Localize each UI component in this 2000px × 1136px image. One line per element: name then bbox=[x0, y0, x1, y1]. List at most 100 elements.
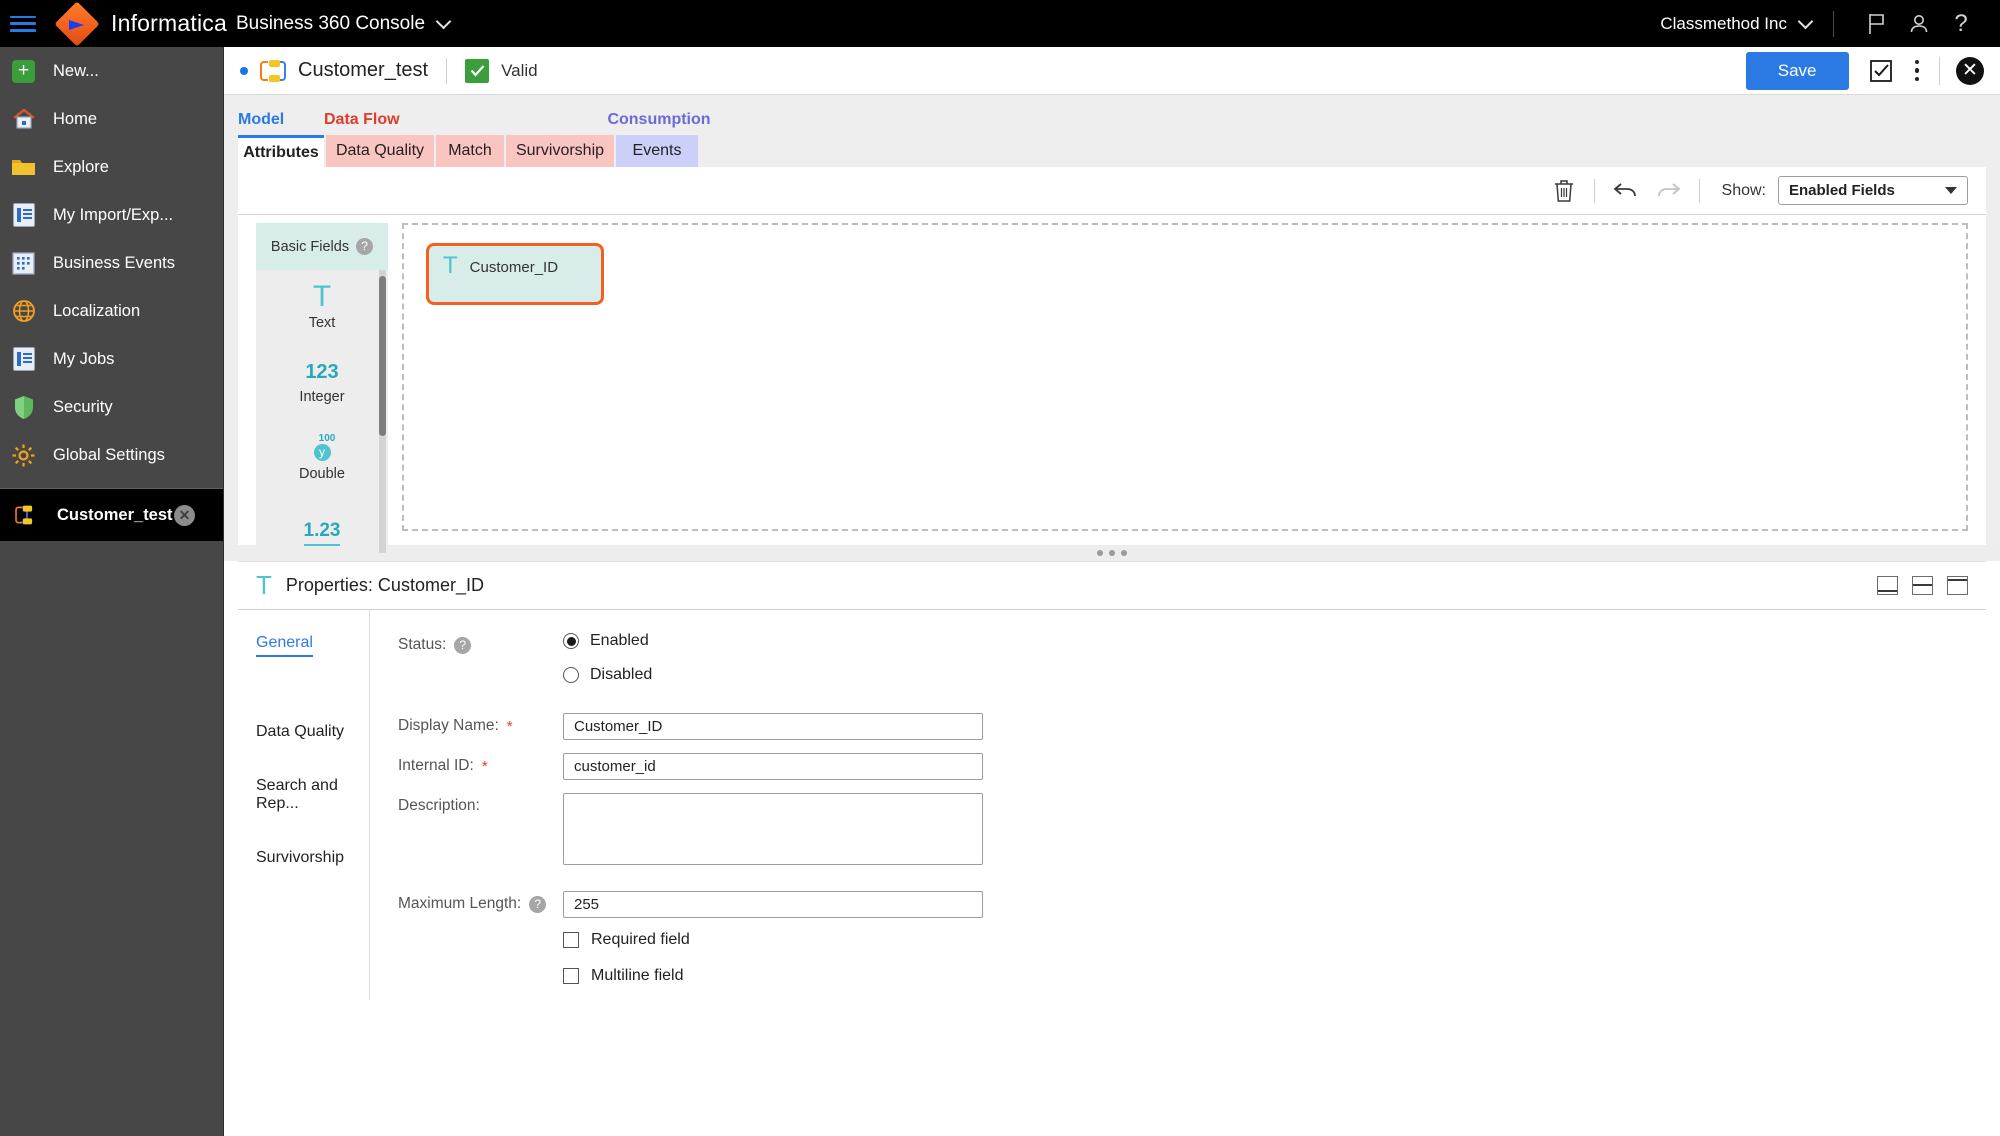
checkbox-indicator bbox=[563, 932, 579, 948]
display-name-label: Display Name: * bbox=[398, 717, 513, 735]
show-filter-label: Show: bbox=[1721, 181, 1766, 199]
grid-icon bbox=[10, 250, 37, 277]
model-icon bbox=[260, 59, 286, 82]
panel-bottom-icon[interactable] bbox=[1877, 576, 1898, 595]
sidebar-item-my-import-export[interactable]: My Import/Exp... bbox=[0, 191, 223, 239]
display-name-input[interactable] bbox=[563, 713, 983, 740]
show-filter-value: Enabled Fields bbox=[1789, 182, 1895, 199]
divider bbox=[446, 57, 448, 84]
model-editor: Show: Enabled Fields Basic Fields ? T Te… bbox=[224, 167, 2000, 553]
tab-row: Attributes Data Quality Match Survivorsh… bbox=[224, 135, 2000, 167]
sidebar-item-localization[interactable]: Localization bbox=[0, 287, 223, 335]
help-circle-icon[interactable]: ? bbox=[454, 636, 472, 654]
tab-events[interactable]: Events bbox=[616, 135, 698, 167]
sidebar-item-global-settings[interactable]: Global Settings bbox=[0, 431, 223, 479]
plus-icon: + bbox=[10, 58, 37, 85]
properties-body: General Data Quality Search and Rep... S… bbox=[238, 610, 1986, 1040]
panel-split-icon[interactable] bbox=[1912, 576, 1933, 595]
palette-item-integer[interactable]: 123 Integer bbox=[256, 345, 388, 420]
field-palette: Basic Fields ? T Text 123 Integer 100 y … bbox=[256, 223, 388, 553]
sidebar-item-new[interactable]: + New... bbox=[0, 47, 223, 95]
palette-header: Basic Fields ? bbox=[256, 223, 388, 270]
max-length-row: Maximum Length: ? bbox=[398, 891, 1986, 918]
top-bar: Informatica Business 360 Console Classme… bbox=[0, 0, 2000, 47]
integer-field-icon: 123 bbox=[305, 360, 339, 383]
palette-scrollbar-thumb[interactable] bbox=[379, 276, 386, 436]
chevron-down-icon[interactable] bbox=[435, 13, 452, 29]
product-name: Business 360 Console bbox=[235, 12, 426, 34]
sidebar-item-my-jobs[interactable]: My Jobs bbox=[0, 335, 223, 383]
sidebar-item-business-events[interactable]: Business Events bbox=[0, 239, 223, 287]
panel-top-icon[interactable] bbox=[1947, 576, 1968, 595]
org-name[interactable]: Classmethod Inc bbox=[1660, 14, 1787, 34]
tab-attributes[interactable]: Attributes bbox=[238, 135, 324, 167]
sidebar-item-label: Global Settings bbox=[53, 445, 165, 464]
properties-nav: General Data Quality Search and Rep... S… bbox=[238, 610, 370, 1000]
close-circle-icon[interactable]: ✕ bbox=[1956, 56, 1984, 85]
radio-label: Enabled bbox=[590, 632, 649, 649]
help-circle-icon[interactable]: ? bbox=[356, 238, 374, 255]
drag-handle-dots-icon[interactable] bbox=[224, 545, 2000, 561]
model-toolbar: Show: Enabled Fields bbox=[238, 167, 1986, 215]
trash-icon[interactable] bbox=[1542, 179, 1586, 203]
user-icon[interactable] bbox=[1898, 13, 1940, 35]
palette-item-text[interactable]: T Text bbox=[256, 270, 388, 345]
model-canvas[interactable]: T Customer_ID bbox=[402, 223, 1968, 531]
checkbox-multiline-field[interactable]: Multiline field bbox=[563, 967, 690, 985]
display-name-row: Display Name: * bbox=[398, 713, 1986, 740]
status-radio-group: Enabled Disabled bbox=[563, 632, 652, 700]
properties-nav-general[interactable]: General bbox=[256, 634, 369, 693]
properties-nav-search-and-report[interactable]: Search and Rep... bbox=[256, 777, 369, 813]
internal-id-input[interactable] bbox=[563, 753, 983, 780]
properties-nav-survivorship[interactable]: Survivorship bbox=[256, 849, 369, 867]
sidebar-item-home[interactable]: Home bbox=[0, 95, 223, 143]
help-circle-icon[interactable]: ? bbox=[529, 895, 547, 913]
sidebar-item-label: My Jobs bbox=[53, 349, 115, 368]
palette-item-label: Double bbox=[299, 466, 345, 482]
properties-form: Status: ? Enabled Disabled Display Name:… bbox=[370, 610, 1986, 1040]
sidebar-item-label: New... bbox=[53, 61, 99, 80]
sidebar-item-security[interactable]: Security bbox=[0, 383, 223, 431]
radio-label: Disabled bbox=[590, 666, 653, 683]
tab-group-row: Model Data Flow Consumption bbox=[224, 105, 2000, 135]
page-title: Customer_test bbox=[298, 59, 429, 81]
shield-icon bbox=[10, 394, 37, 421]
checkbox-check-icon[interactable] bbox=[1869, 59, 1893, 83]
save-button[interactable]: Save bbox=[1745, 51, 1849, 90]
palette-item-double[interactable]: 100 y Double bbox=[256, 420, 388, 495]
text-field-icon: T bbox=[256, 570, 272, 600]
radio-disabled[interactable]: Disabled bbox=[563, 666, 652, 684]
sidebar-item-label: My Import/Exp... bbox=[53, 205, 174, 224]
divider bbox=[1593, 178, 1595, 203]
text-field-icon: T bbox=[312, 280, 332, 313]
properties-title: Properties: Customer_ID bbox=[285, 575, 484, 595]
close-circle-icon[interactable]: ✕ bbox=[174, 504, 195, 526]
kebab-menu-icon[interactable] bbox=[1914, 59, 1919, 82]
palette-body: T Text 123 Integer 100 y Double 1.23 bbox=[256, 270, 388, 553]
checkbox-required-field[interactable]: Required field bbox=[563, 931, 690, 949]
sidebar-item-label: Home bbox=[53, 109, 98, 128]
status-badge: Valid bbox=[501, 60, 538, 80]
field-card-label: Customer_ID bbox=[469, 259, 559, 276]
redo-arrow-icon bbox=[1647, 181, 1691, 201]
properties-nav-data-quality[interactable]: Data Quality bbox=[256, 723, 369, 741]
help-icon[interactable]: ? bbox=[1940, 10, 1982, 38]
sidebar-open-item-customer-test[interactable]: Customer_test ✕ bbox=[0, 489, 223, 541]
show-filter-select[interactable]: Enabled Fields bbox=[1778, 176, 1968, 205]
undo-arrow-icon[interactable] bbox=[1603, 181, 1647, 201]
palette-item-decimal[interactable]: 1.23 bbox=[256, 495, 388, 553]
tab-data-quality[interactable]: Data Quality bbox=[326, 135, 434, 167]
radio-enabled[interactable]: Enabled bbox=[563, 632, 652, 650]
sidebar-item-label: Business Events bbox=[53, 253, 175, 272]
double-field-icon: 100 y bbox=[309, 433, 335, 461]
status-row: Status: ? Enabled Disabled bbox=[398, 632, 1986, 700]
max-length-input[interactable] bbox=[563, 891, 983, 918]
org-chevron-down-icon[interactable] bbox=[1797, 13, 1814, 29]
flag-icon[interactable] bbox=[1856, 13, 1898, 35]
tab-match[interactable]: Match bbox=[436, 135, 504, 167]
hamburger-icon[interactable] bbox=[10, 14, 36, 34]
sidebar-item-explore[interactable]: Explore bbox=[0, 143, 223, 191]
tab-survivorship[interactable]: Survivorship bbox=[506, 135, 614, 167]
field-card-customer-id[interactable]: T Customer_ID bbox=[426, 243, 604, 305]
description-textarea[interactable] bbox=[563, 793, 983, 865]
